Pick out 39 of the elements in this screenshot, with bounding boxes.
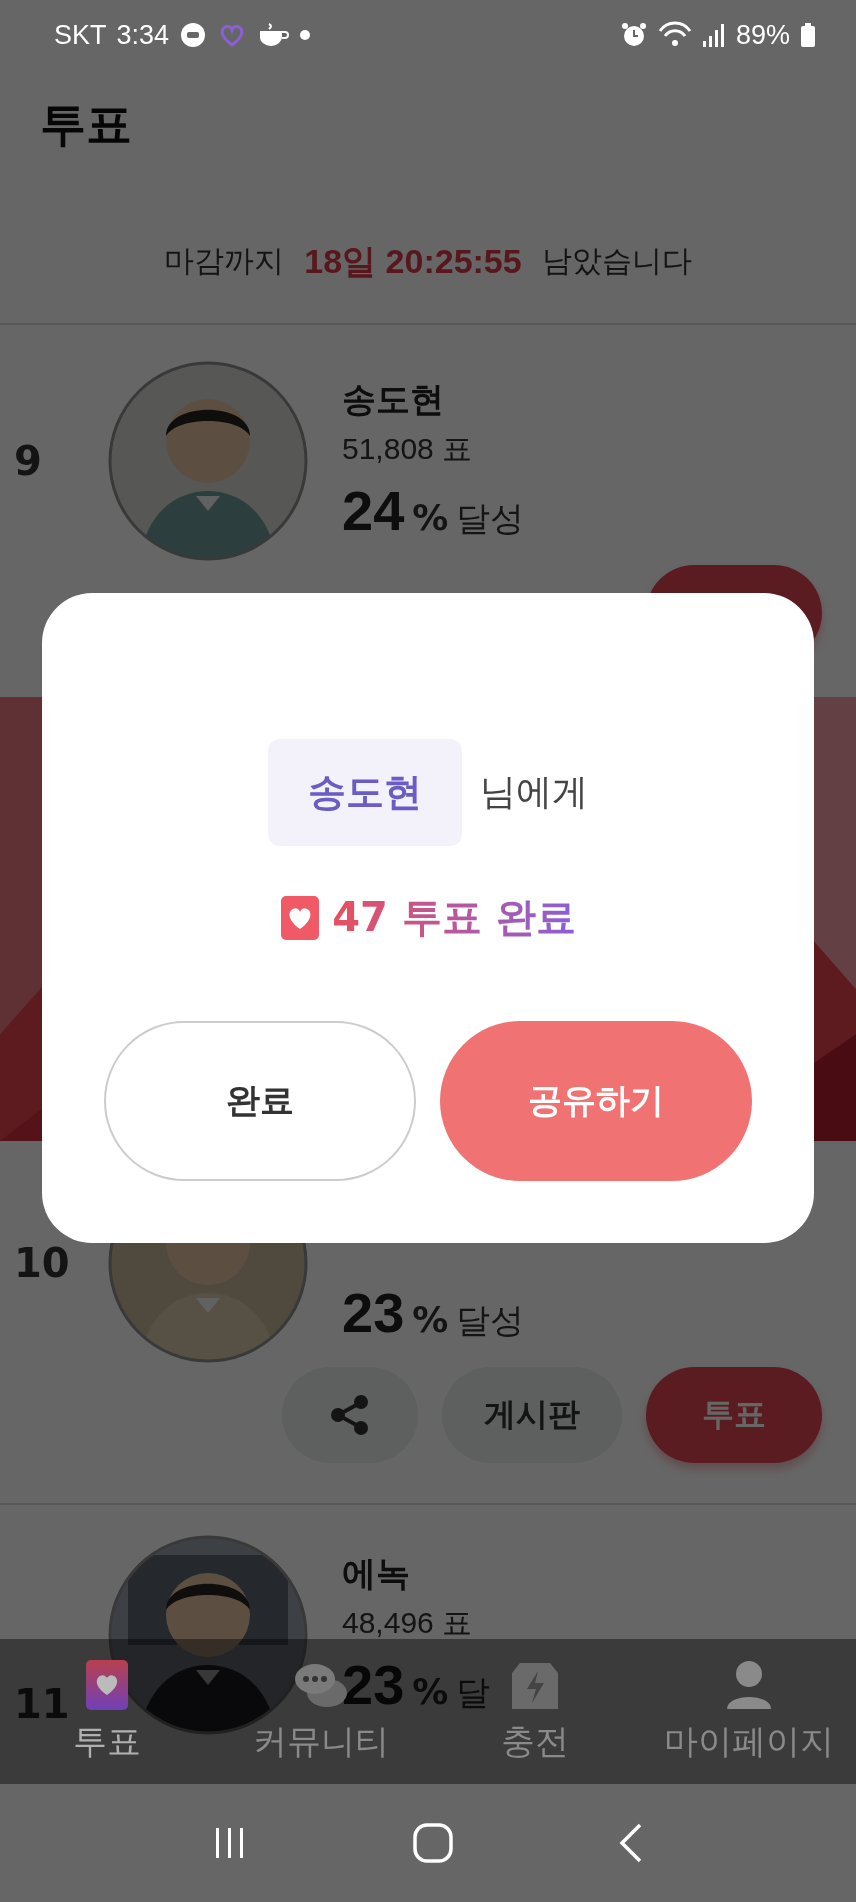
cup-icon (257, 21, 290, 49)
nav-tab[interactable]: 충전 (501, 1718, 569, 1765)
carrier-name: SKT (54, 19, 107, 51)
percent-unit: % (412, 1671, 449, 1712)
percent-label: 달성 (456, 1299, 525, 1342)
page-title: 투표 (40, 96, 132, 153)
nav-tab[interactable]: 커뮤니티 (253, 1718, 389, 1765)
vote-count: 51,808 표 (342, 431, 473, 467)
done-button[interactable]: 완료 (104, 1021, 416, 1181)
recipient-suffix: 님에게 (480, 770, 588, 814)
notification-icon (179, 21, 208, 49)
home-icon[interactable] (411, 1821, 455, 1865)
person-icon (725, 1658, 773, 1711)
percent-unit: % (412, 497, 449, 538)
battery-percent: 89% (735, 19, 790, 51)
clock-time: 3:34 (116, 19, 170, 51)
candidate-name: 송도현 (342, 378, 444, 421)
percent-value: 23 (342, 1280, 405, 1345)
vote-count: 48,496 표 (342, 1605, 473, 1641)
battery-icon (800, 21, 816, 49)
nav-tab[interactable]: 마이페이지 (664, 1718, 834, 1765)
recipient-name: 송도현 (268, 739, 462, 846)
countdown-prefix: 마감까지 (164, 242, 285, 280)
share-button[interactable]: 공유하기 (440, 1021, 752, 1181)
board-button[interactable]: 게시판 (442, 1367, 622, 1463)
rank-number: 10 (13, 1240, 71, 1286)
dot-icon (299, 29, 312, 41)
wifi-icon (657, 21, 692, 49)
percent-unit: % (412, 1299, 449, 1340)
nav-tab[interactable]: 투표 (73, 1718, 141, 1765)
alarm-icon (619, 21, 648, 49)
percent-value: 24 (342, 478, 405, 543)
percent-label: 달성 (456, 497, 525, 540)
countdown-time: 18일 20:25:55 (304, 240, 522, 282)
countdown-suffix: 남았습니다 (541, 242, 692, 280)
signal-icon (701, 21, 726, 49)
rank-number: 9 (13, 438, 43, 484)
candidate-name: 에녹 (342, 1552, 410, 1595)
vote-button[interactable]: 투표 (646, 1367, 822, 1463)
